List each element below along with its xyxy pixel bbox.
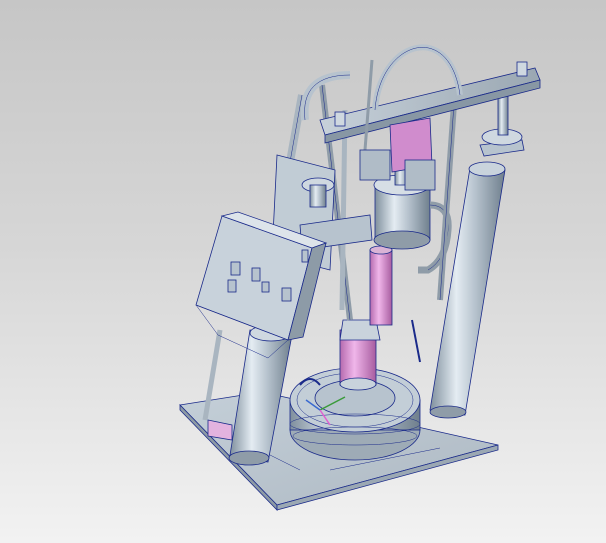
machine-model[interactable] bbox=[0, 0, 606, 543]
cad-viewport[interactable] bbox=[0, 0, 606, 543]
